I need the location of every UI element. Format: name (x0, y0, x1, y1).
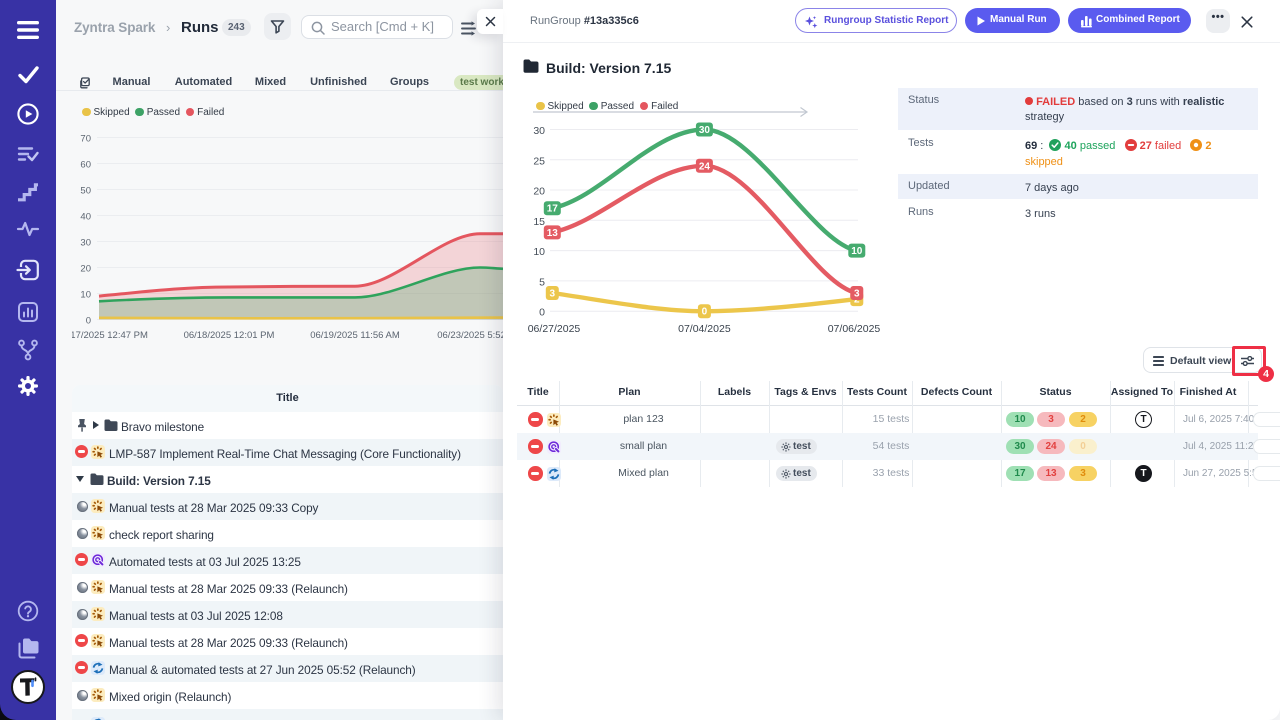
svg-text:3: 3 (854, 289, 860, 300)
svg-text:30: 30 (80, 238, 91, 249)
svg-text:24: 24 (699, 161, 711, 172)
svg-text:50: 50 (80, 186, 91, 197)
svg-text:20: 20 (80, 264, 91, 275)
svg-text:07/06/2025: 07/06/2025 (828, 323, 881, 335)
svg-text:30: 30 (699, 125, 711, 136)
svg-text:06/27/2025: 06/27/2025 (528, 323, 581, 335)
svg-text:06/19/2025 11:56 AM: 06/19/2025 11:56 AM (310, 330, 400, 341)
svg-text:15: 15 (533, 216, 545, 228)
svg-text:13: 13 (547, 228, 559, 239)
svg-text:10: 10 (80, 290, 91, 301)
svg-text:5: 5 (539, 276, 545, 288)
svg-text:40: 40 (80, 212, 91, 223)
svg-text:60: 60 (80, 160, 91, 171)
svg-text:30: 30 (533, 125, 545, 137)
svg-text:3: 3 (550, 289, 556, 300)
svg-text:70: 70 (80, 134, 91, 145)
svg-text:06/23/2025 5:52 PM: 06/23/2025 5:52 PM (437, 330, 503, 341)
svg-text:06/18/2025 12:01 PM: 06/18/2025 12:01 PM (184, 330, 275, 341)
svg-text:0: 0 (702, 307, 708, 318)
svg-text:10: 10 (851, 246, 863, 257)
svg-text:07/04/2025: 07/04/2025 (678, 323, 731, 335)
svg-text:25: 25 (533, 155, 545, 167)
svg-text:0: 0 (86, 316, 91, 327)
svg-text:06/17/2025 12:47 PM: 06/17/2025 12:47 PM (72, 330, 148, 341)
svg-text:17: 17 (547, 204, 559, 215)
svg-text:10: 10 (533, 246, 545, 258)
svg-text:20: 20 (533, 186, 545, 198)
svg-text:0: 0 (539, 307, 545, 319)
